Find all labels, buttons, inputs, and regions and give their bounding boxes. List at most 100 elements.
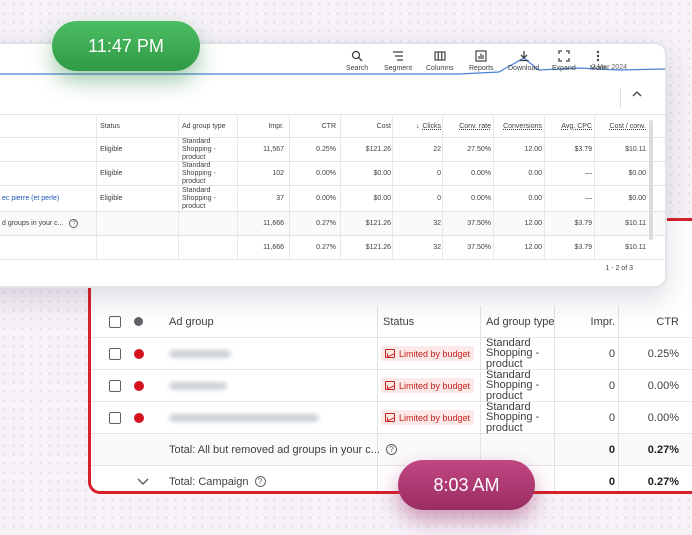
help-icon[interactable]: ? [69, 219, 79, 228]
chevron-up-icon[interactable] [632, 90, 642, 98]
ad-group-type: Standard Shopping - product [486, 336, 540, 370]
total-all-row: d groups in your c...? 11,666 0.27% $121… [0, 212, 665, 236]
col-ctr[interactable]: CTR [621, 306, 679, 337]
select-all-checkbox[interactable] [109, 306, 121, 337]
col-avg-cpc[interactable]: Avg. CPC [546, 115, 592, 137]
impr-value: 0 [608, 411, 615, 424]
clicks-value: 0 [437, 170, 441, 177]
col-status[interactable]: Status [100, 115, 120, 137]
cost-value: $0.00 [373, 195, 391, 202]
total-all-row: Total: All but removed ad groups in your… [91, 434, 692, 466]
column-divider [377, 306, 378, 491]
total-impr: 0 [608, 443, 615, 456]
total-avg-cpc: $3.79 [574, 220, 592, 227]
ctr-value: 0.00% [647, 411, 679, 424]
ad-group-type: Standard Shopping - product [486, 400, 540, 434]
col-cost[interactable]: Cost [344, 115, 391, 137]
segment-icon [393, 51, 404, 61]
table-row[interactable]: Eligible Standard Shopping - product 102 0… [0, 162, 665, 186]
col-conversions[interactable]: Conversions [494, 115, 542, 137]
conv-rate-value: 0.00% [471, 195, 491, 202]
row-checkbox[interactable] [109, 402, 121, 433]
columns-icon [434, 51, 446, 61]
column-divider [618, 306, 619, 491]
column-divider [554, 306, 555, 491]
segment-tool[interactable]: Segment [384, 50, 412, 72]
col-status[interactable]: Status [383, 306, 414, 337]
col-impr[interactable]: Impr. [240, 115, 284, 137]
campaign-avg-cpc: $3.79 [574, 244, 592, 251]
ctr-value: 0.25% [316, 146, 336, 153]
ctr-value: 0.25% [647, 347, 679, 360]
ctr-value: 0.00% [647, 379, 679, 392]
status-dot-icon [134, 338, 144, 369]
total-ctr: 0.27% [647, 443, 679, 456]
col-impr[interactable]: Impr. [557, 306, 615, 337]
total-ctr: 0.27% [316, 220, 336, 227]
ad-group-type: Standard Shopping - product [182, 161, 216, 185]
ad-group-link[interactable]: ec pierre (et perle) [2, 186, 59, 211]
column-divider [289, 114, 290, 260]
vertical-scrollbar[interactable] [649, 120, 653, 240]
total-all-label: d groups in your c...? [2, 212, 79, 235]
toolbar-divider [620, 88, 621, 108]
conv-rate-value: 0.00% [471, 170, 491, 177]
columns-tool[interactable]: Columns [426, 50, 454, 72]
column-divider [96, 114, 97, 260]
help-icon[interactable]: ? [385, 444, 397, 455]
chevron-down-icon[interactable] [137, 466, 149, 491]
more-icon [596, 50, 600, 62]
total-cost-conv: $10.11 [625, 220, 646, 227]
col-ad-group-type[interactable]: Ad group type [182, 115, 226, 137]
table-row[interactable]: Limited by budget Standard Shopping - prod… [91, 338, 692, 370]
download-tool[interactable]: Download [508, 50, 539, 72]
col-cost-conv[interactable]: Cost / conv. [596, 115, 646, 137]
row-checkbox[interactable] [109, 370, 121, 401]
status-dot-header-icon [134, 306, 143, 337]
col-clicks[interactable]: ↓ Clicks [394, 115, 441, 137]
column-divider [544, 114, 545, 260]
help-icon[interactable]: ? [254, 476, 266, 487]
col-ctr[interactable]: CTR [292, 115, 336, 137]
total-campaign-row: Total: Campaign? 0 0.27% [91, 466, 692, 491]
expand-icon [558, 50, 570, 62]
time-pill-front: 11:47 PM [52, 21, 200, 71]
campaign-clicks: 32 [433, 244, 441, 251]
impr-value: 102 [272, 170, 284, 177]
ad-group-name-blurred[interactable] [169, 338, 231, 369]
ad-group-name-blurred[interactable] [169, 402, 319, 433]
col-ad-group[interactable]: Ad group [169, 306, 214, 337]
col-conv-rate[interactable]: Conv. rate [444, 115, 491, 137]
cost-conv-value: $0.00 [628, 195, 646, 202]
conv-rate-value: 27.50% [467, 146, 491, 153]
status-badge: Limited by budget [381, 338, 475, 369]
status-dot-icon [134, 402, 144, 433]
cost-conv-value: $10.11 [625, 146, 646, 153]
cost-conv-value: $0.00 [628, 170, 646, 177]
expand-tool[interactable]: Expand [552, 50, 576, 72]
avg-cpc-value: $3.79 [574, 146, 592, 153]
ctr-value: 0.00% [316, 170, 336, 177]
more-tool[interactable]: More [590, 50, 606, 72]
row-checkbox[interactable] [109, 338, 121, 369]
column-divider [442, 114, 443, 260]
ad-group-name-blurred[interactable] [169, 370, 227, 401]
campaign-conv-rate: 37.50% [467, 244, 491, 251]
search-tool[interactable]: Search [346, 50, 368, 72]
status-dot-icon [134, 370, 144, 401]
reports-tool[interactable]: Reports [469, 50, 494, 72]
table-row[interactable]: Limited by budget Standard Shopping - prod… [91, 370, 692, 402]
search-icon [351, 50, 363, 62]
table-row[interactable]: Eligible Standard Shopping - product 11,56… [0, 138, 665, 162]
impr-value: 11,567 [263, 146, 284, 153]
campaign-cost-conv: $10.11 [625, 244, 646, 251]
col-ad-group-type[interactable]: Ad group type [486, 306, 555, 337]
table-row[interactable]: ec pierre (et perle) Eligible Standard Sh… [0, 186, 665, 212]
arrow-down-icon: ↓ [415, 122, 420, 130]
table-row[interactable]: Limited by budget Standard Shopping - prod… [91, 402, 692, 434]
total-cost: $121.26 [365, 220, 391, 227]
column-divider [493, 114, 494, 260]
status-badge: Limited by budget [381, 402, 475, 433]
ad-group-type: Standard Shopping - product [182, 137, 216, 161]
campaign-impr: 11,666 [263, 244, 284, 251]
